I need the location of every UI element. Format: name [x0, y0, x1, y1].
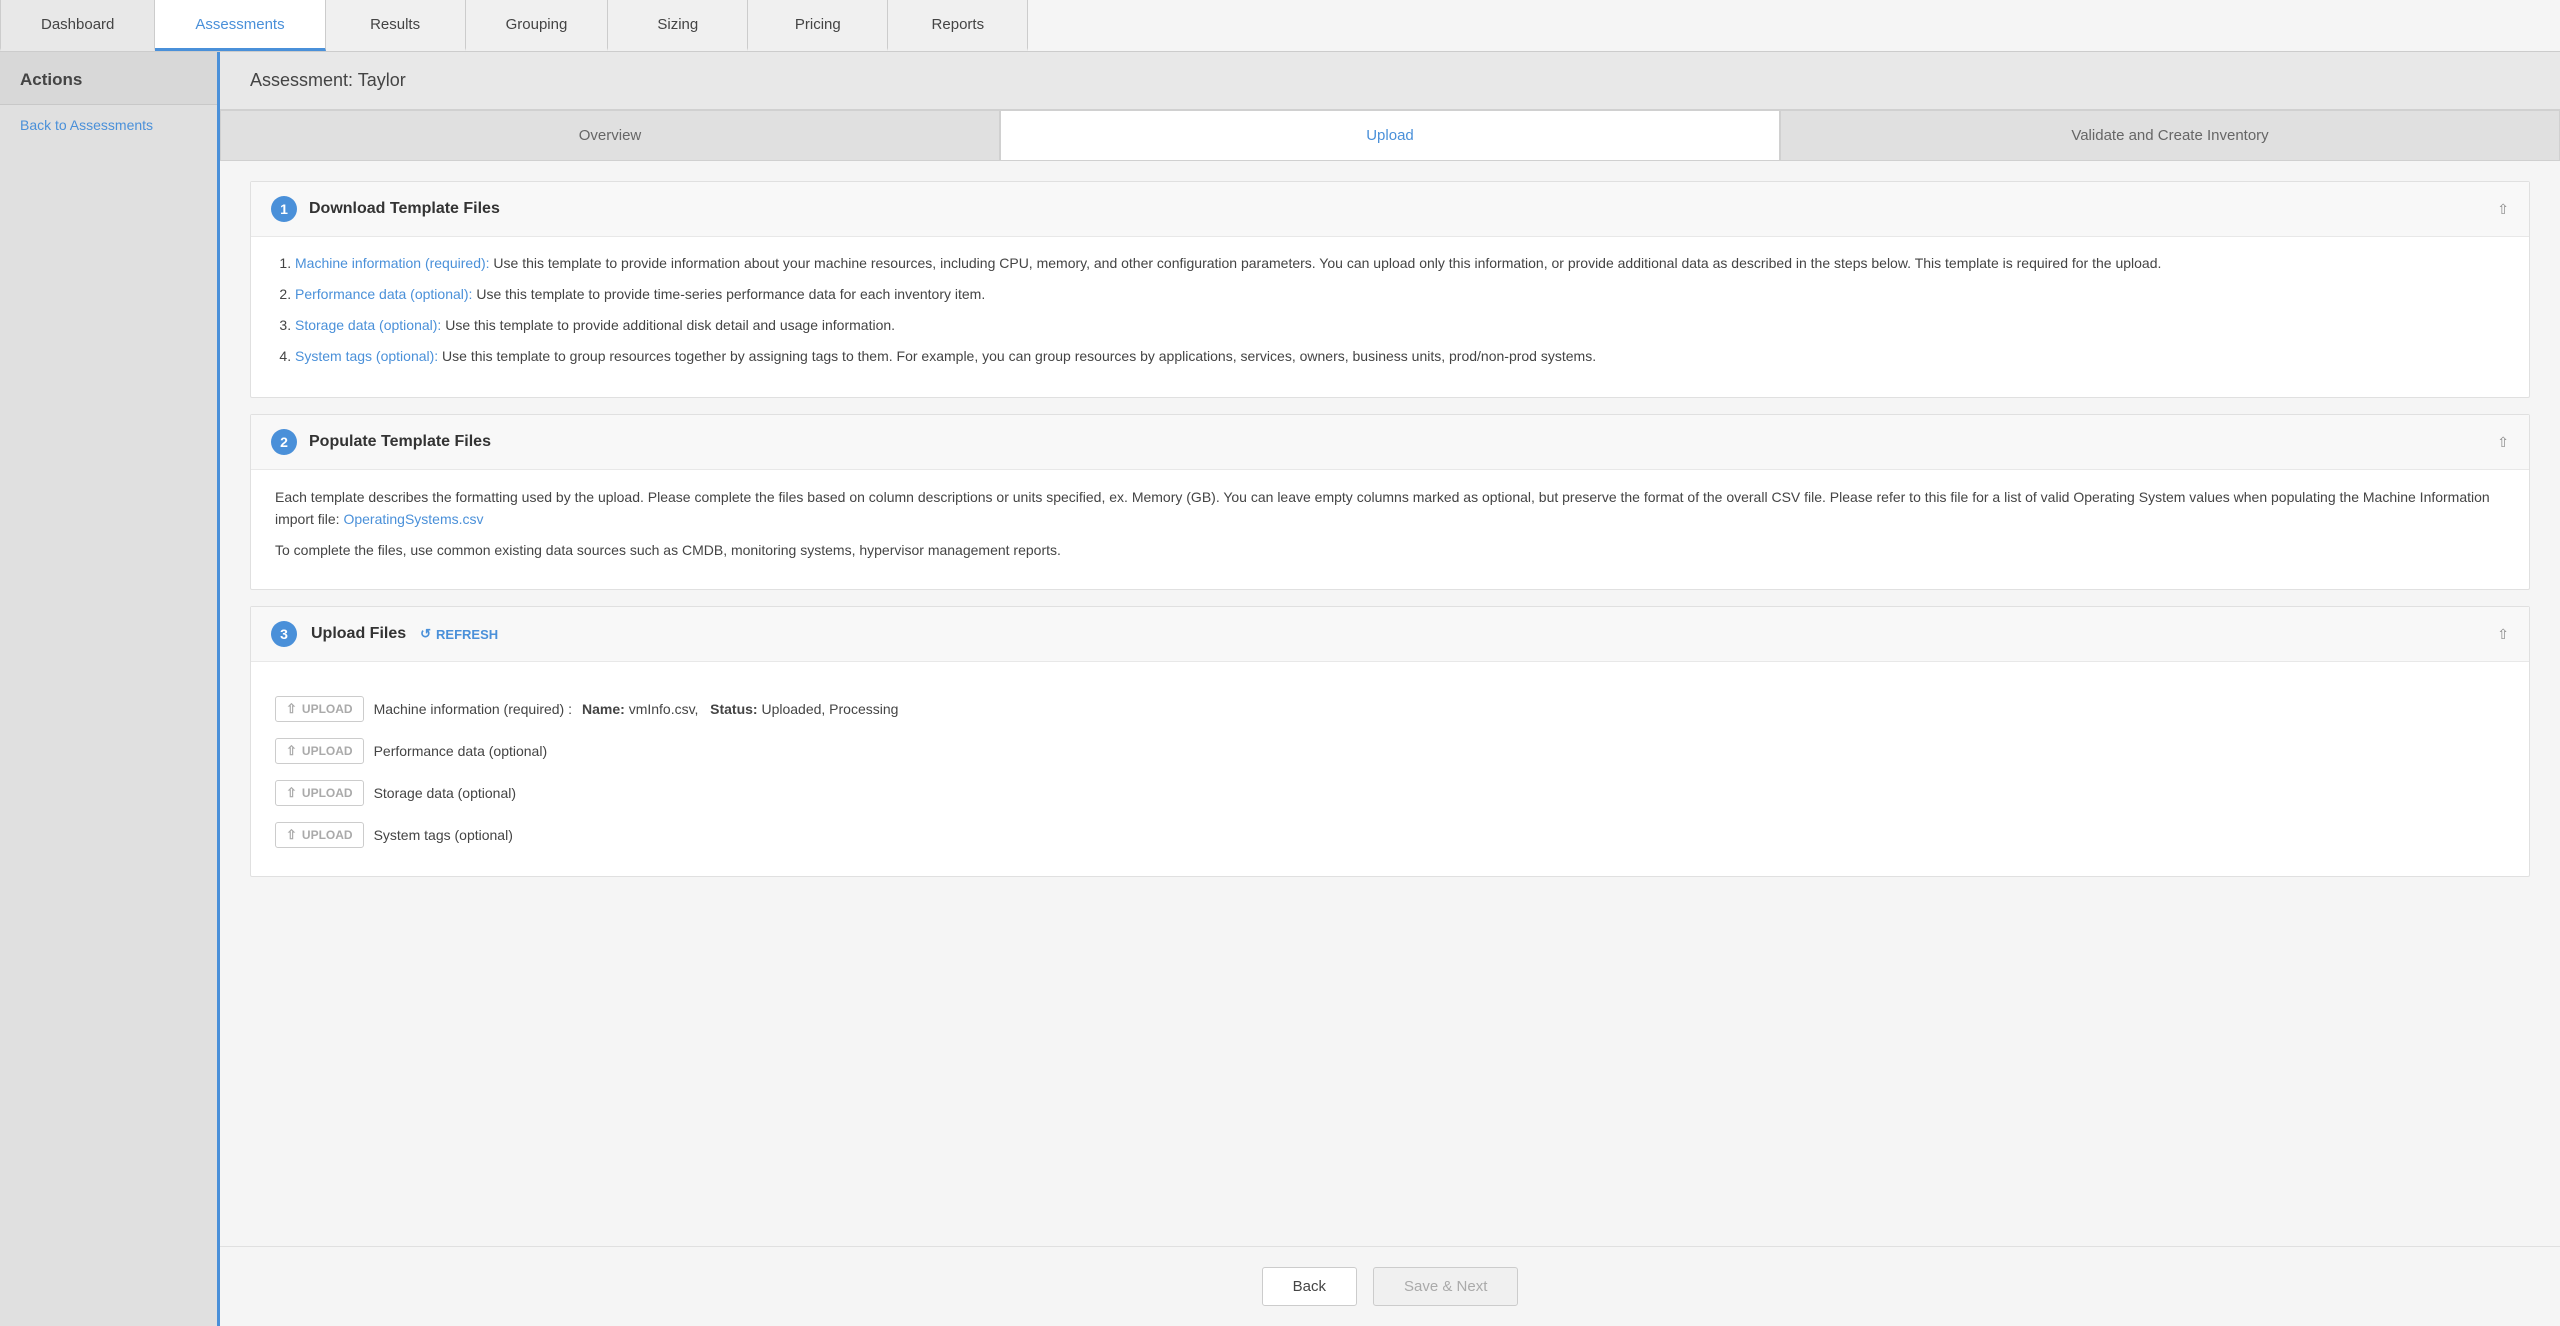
save-next-button: Save & Next	[1373, 1267, 1518, 1306]
storage-data-link[interactable]: Storage data (optional):	[295, 317, 441, 333]
upload-btn-system-tags[interactable]: ⇧ UPLOAD	[275, 822, 364, 848]
status-label: Status:	[710, 701, 757, 717]
system-tags-upload-label: System tags (optional)	[374, 827, 513, 843]
download-chevron-icon: ⇧	[2497, 201, 2509, 218]
sub-tab-upload[interactable]: Upload	[1000, 110, 1780, 160]
status-value: Uploaded, Processing	[761, 701, 898, 717]
back-button[interactable]: Back	[1262, 1267, 1357, 1306]
assessment-title: Assessment: Taylor	[220, 52, 2560, 110]
content-body: 1 Download Template Files ⇧ Machine info…	[220, 161, 2560, 1246]
storage-upload-label: Storage data (optional)	[374, 785, 516, 801]
upload-chevron-icon: ⇧	[2497, 626, 2509, 643]
populate-chevron-icon: ⇧	[2497, 434, 2509, 451]
sidebar: Actions Back to Assessments	[0, 52, 220, 1326]
upload-btn-storage[interactable]: ⇧ UPLOAD	[275, 780, 364, 806]
system-tags-desc: Use this template to group resources tog…	[438, 348, 1596, 364]
main-layout: Actions Back to Assessments Assessment: …	[0, 52, 2560, 1326]
step-badge-3: 3	[271, 621, 297, 647]
operating-systems-link[interactable]: OperatingSystems.csv	[343, 511, 483, 527]
upload-section-body: ⇧ UPLOAD Machine information (required) …	[251, 662, 2529, 876]
upload-section-header[interactable]: 3 Upload Files ↺ REFRESH ⇧	[251, 607, 2529, 662]
machine-info-desc: Use this template to provide information…	[490, 255, 2162, 271]
upload-list: ⇧ UPLOAD Machine information (required) …	[275, 688, 2505, 856]
tab-dashboard[interactable]: Dashboard	[0, 0, 155, 51]
upload-item-storage: ⇧ UPLOAD Storage data (optional)	[275, 772, 2505, 814]
populate-title-text: Populate Template Files	[309, 433, 491, 451]
populate-section-body: Each template describes the formatting u…	[251, 470, 2529, 589]
tab-pricing[interactable]: Pricing	[748, 0, 888, 51]
tab-sizing[interactable]: Sizing	[608, 0, 748, 51]
tab-results[interactable]: Results	[326, 0, 466, 51]
sidebar-item-back-to-assessments[interactable]: Back to Assessments	[0, 105, 217, 145]
upload-btn-performance[interactable]: ⇧ UPLOAD	[275, 738, 364, 764]
step-badge-2: 2	[271, 429, 297, 455]
tab-grouping[interactable]: Grouping	[466, 0, 609, 51]
upload-item-system-tags: ⇧ UPLOAD System tags (optional)	[275, 814, 2505, 856]
upload-btn-label-performance: UPLOAD	[302, 744, 353, 758]
list-item: System tags (optional): Use this templat…	[295, 346, 2505, 367]
upload-item-performance: ⇧ UPLOAD Performance data (optional)	[275, 730, 2505, 772]
upload-btn-label-system-tags: UPLOAD	[302, 828, 353, 842]
download-template-list: Machine information (required): Use this…	[275, 253, 2505, 367]
performance-upload-label: Performance data (optional)	[374, 743, 548, 759]
tab-reports[interactable]: Reports	[888, 0, 1028, 51]
upload-section-title: 3 Upload Files ↺ REFRESH	[271, 621, 498, 647]
bottom-bar: Back Save & Next	[220, 1246, 2560, 1326]
upload-icon-system-tags: ⇧	[286, 827, 297, 843]
system-tags-link[interactable]: System tags (optional):	[295, 348, 438, 364]
machine-info-upload-status: Name: vmInfo.csv, Status: Uploaded, Proc…	[582, 701, 898, 717]
tab-assessments[interactable]: Assessments	[155, 0, 325, 51]
sidebar-header: Actions	[0, 52, 217, 105]
upload-icon-storage: ⇧	[286, 785, 297, 801]
content-area: Assessment: Taylor Overview Upload Valid…	[220, 52, 2560, 1326]
download-section-header[interactable]: 1 Download Template Files ⇧	[251, 182, 2529, 237]
refresh-icon: ↺	[420, 626, 431, 642]
upload-btn-machine-info[interactable]: ⇧ UPLOAD	[275, 696, 364, 722]
upload-files-section: 3 Upload Files ↺ REFRESH ⇧	[250, 606, 2530, 877]
upload-item-machine-info: ⇧ UPLOAD Machine information (required) …	[275, 688, 2505, 730]
step-badge-1: 1	[271, 196, 297, 222]
populate-section-header[interactable]: 2 Populate Template Files ⇧	[251, 415, 2529, 470]
populate-section: 2 Populate Template Files ⇧ Each templat…	[250, 414, 2530, 590]
storage-data-desc: Use this template to provide additional …	[441, 317, 895, 333]
populate-paragraph2: To complete the files, use common existi…	[275, 539, 2505, 561]
populate-paragraph1: Each template describes the formatting u…	[275, 486, 2505, 531]
populate-para1-text: Each template describes the formatting u…	[275, 489, 2490, 527]
performance-data-link[interactable]: Performance data (optional):	[295, 286, 472, 302]
upload-btn-label-machine-info: UPLOAD	[302, 702, 353, 716]
sub-tab-validate[interactable]: Validate and Create Inventory	[1780, 110, 2560, 160]
name-label: Name:	[582, 701, 625, 717]
upload-title-text: Upload Files	[311, 625, 406, 643]
download-section: 1 Download Template Files ⇧ Machine info…	[250, 181, 2530, 398]
list-item: Machine information (required): Use this…	[295, 253, 2505, 274]
upload-icon-machine-info: ⇧	[286, 701, 297, 717]
sub-tab-overview[interactable]: Overview	[220, 110, 1000, 160]
populate-section-title: 2 Populate Template Files	[271, 429, 491, 455]
performance-data-desc: Use this template to provide time-series…	[472, 286, 985, 302]
machine-info-link[interactable]: Machine information (required):	[295, 255, 490, 271]
sub-tabs: Overview Upload Validate and Create Inve…	[220, 110, 2560, 161]
refresh-label: REFRESH	[436, 627, 498, 642]
upload-icon-performance: ⇧	[286, 743, 297, 759]
download-section-body: Machine information (required): Use this…	[251, 237, 2529, 397]
machine-info-upload-label: Machine information (required) :	[374, 701, 572, 717]
list-item: Storage data (optional): Use this templa…	[295, 315, 2505, 336]
top-navigation: Dashboard Assessments Results Grouping S…	[0, 0, 2560, 52]
refresh-button[interactable]: ↺ REFRESH	[420, 626, 498, 642]
download-section-title: 1 Download Template Files	[271, 196, 500, 222]
list-item: Performance data (optional): Use this te…	[295, 284, 2505, 305]
name-value: vmInfo.csv,	[629, 701, 699, 717]
upload-btn-label-storage: UPLOAD	[302, 786, 353, 800]
download-title-text: Download Template Files	[309, 200, 500, 218]
